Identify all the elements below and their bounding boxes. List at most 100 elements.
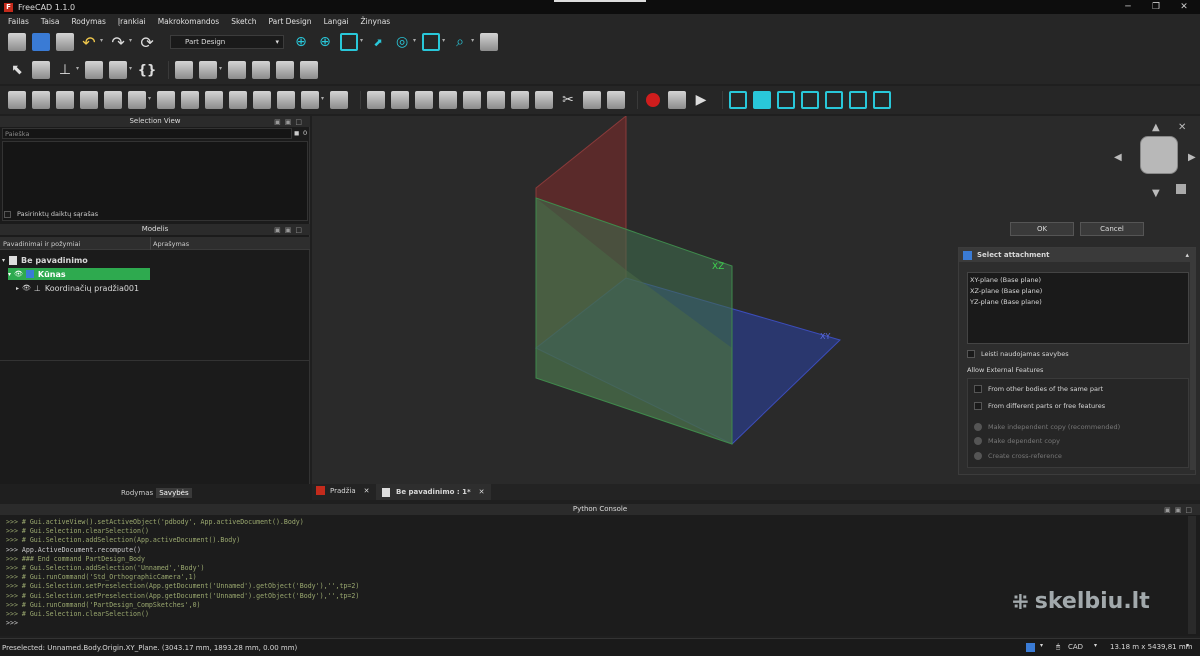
menu-langai[interactable]: Langai: [324, 17, 349, 26]
body-icon[interactable]: [175, 61, 194, 79]
console-output[interactable]: >>> # Gui.activeView().setActiveObject('…: [6, 518, 359, 628]
panel-controls[interactable]: ▣▣□: [274, 117, 306, 128]
polar-pattern-icon[interactable]: [511, 91, 530, 109]
maximize-button[interactable]: ❐: [1142, 0, 1170, 14]
dropdown-icon[interactable]: ▾: [1094, 642, 1097, 649]
opt-same-part-checkbox[interactable]: [974, 385, 982, 393]
nav-style-label[interactable]: CAD: [1068, 643, 1083, 651]
view-standard-icon[interactable]: [422, 33, 441, 51]
column-divider[interactable]: [150, 237, 151, 250]
fit-all-icon[interactable]: ⊕: [292, 33, 310, 51]
attachment-item[interactable]: XY-plane (Base plane): [970, 275, 1186, 286]
python-console[interactable]: Python Console ▣▣□ >>> # Gui.activeView(…: [0, 504, 1200, 636]
view-isometric-icon[interactable]: [729, 91, 748, 109]
pocket-icon[interactable]: [157, 91, 176, 109]
new-file-icon[interactable]: [8, 33, 26, 51]
workbench-selector[interactable]: Part Design: [170, 35, 285, 49]
close-cube-icon[interactable]: ✕: [1178, 122, 1186, 133]
paste-icon[interactable]: [607, 91, 626, 109]
tab-pradzia[interactable]: Pradžia ✕: [316, 486, 370, 495]
visibility-eye-icon[interactable]: 👁: [14, 270, 23, 278]
axis-icon[interactable]: ⊥: [56, 61, 74, 79]
mirrored-icon[interactable]: [463, 91, 482, 109]
allow-used-checkbox[interactable]: [967, 350, 975, 358]
navigation-cube[interactable]: ▲ ▼ ◀ ▶ ✕: [1112, 122, 1198, 202]
group-folder-icon[interactable]: [85, 61, 104, 79]
xz-plane[interactable]: [535, 197, 733, 445]
rotate-down-icon[interactable]: ▼: [1152, 188, 1160, 199]
save-icon[interactable]: [56, 33, 74, 51]
attachment-item[interactable]: YZ-plane (Base plane): [970, 297, 1186, 308]
view-bottom-icon[interactable]: [849, 91, 868, 109]
thickness-icon[interactable]: [439, 91, 458, 109]
variable-set-icon[interactable]: {}: [138, 61, 157, 79]
tab-savybes[interactable]: Savybės: [156, 488, 192, 498]
groove-icon[interactable]: [205, 91, 224, 109]
ok-button[interactable]: OK: [1010, 222, 1074, 236]
attachment-item[interactable]: XZ-plane (Base plane): [970, 286, 1186, 297]
selection-search-input[interactable]: Paieška: [2, 128, 292, 139]
menu-taisa[interactable]: Taisa: [41, 17, 60, 26]
nav-style-icon[interactable]: 🖱: [1056, 643, 1060, 652]
whats-this-icon[interactable]: [480, 33, 499, 51]
shape-binder-icon[interactable]: [252, 61, 271, 79]
tree-row-origin[interactable]: ▸ 👁 ⊥ Koordinačių pradžia001: [16, 282, 139, 294]
subshape-binder-icon[interactable]: [276, 61, 295, 79]
pipe-icon[interactable]: [80, 91, 98, 109]
tree-row-document[interactable]: ▾ Be pavadinimo: [2, 254, 88, 266]
loft-icon[interactable]: [56, 91, 74, 109]
cut-icon[interactable]: ✂: [559, 91, 577, 109]
view-top-icon[interactable]: [777, 91, 796, 109]
rotate-right-icon[interactable]: ▶: [1188, 152, 1196, 163]
menu-irankiai[interactable]: Įrankiai: [118, 17, 146, 26]
selection-filter-icon[interactable]: ⬈: [369, 33, 387, 51]
menu-part-design[interactable]: Part Design: [268, 17, 311, 26]
view-menu-icon[interactable]: [1176, 184, 1186, 194]
tree-row-body[interactable]: ▾ 👁 Kūnas: [8, 268, 150, 280]
tree-col-names[interactable]: Pavadinimai ir požymiai: [3, 240, 80, 248]
stereo-icon[interactable]: ◎: [393, 33, 411, 51]
macro-edit-icon[interactable]: [668, 91, 687, 109]
linear-pattern-icon[interactable]: [487, 91, 506, 109]
additive-primitive-icon[interactable]: [128, 91, 146, 109]
chamfer-icon[interactable]: [391, 91, 410, 109]
view-right-icon[interactable]: [801, 91, 820, 109]
menu-makrokomandos[interactable]: Makrokomandos: [158, 17, 220, 26]
close-window-button[interactable]: ✕: [1170, 0, 1198, 14]
view-rear-icon[interactable]: [825, 91, 844, 109]
clone-icon[interactable]: [300, 61, 319, 79]
draw-style-status-icon[interactable]: [1026, 643, 1035, 652]
attachment-list[interactable]: XY-plane (Base plane) XZ-plane (Base pla…: [967, 272, 1189, 344]
subtractive-helix-icon[interactable]: [277, 91, 296, 109]
expand-arrow-icon[interactable]: ▾: [2, 257, 5, 264]
radio-crossref-row[interactable]: Create cross-reference: [974, 452, 1062, 460]
part-icon[interactable]: [32, 61, 50, 79]
tree-col-description[interactable]: Aprašymas: [153, 240, 189, 248]
radio-dependent[interactable]: [974, 437, 982, 445]
radio-independent[interactable]: [974, 423, 982, 431]
revolution-icon[interactable]: [32, 91, 50, 109]
fillet-icon[interactable]: [367, 91, 386, 109]
execute-macro-icon[interactable]: ▶: [692, 91, 710, 109]
close-tab-icon[interactable]: ✕: [364, 487, 370, 495]
collapse-panel-icon[interactable]: ▴: [1185, 251, 1189, 259]
hole-icon[interactable]: [181, 91, 200, 109]
multitransform-icon[interactable]: [535, 91, 554, 109]
selection-checkbox[interactable]: [4, 210, 11, 218]
allow-used-row[interactable]: Leisti naudojamas savybes: [967, 350, 1069, 358]
create-sketch-icon[interactable]: [199, 61, 218, 79]
drag-handle[interactable]: [554, 0, 646, 2]
boolean-icon[interactable]: [330, 91, 349, 109]
fit-selection-icon[interactable]: ⊕: [316, 33, 334, 51]
visibility-eye-icon[interactable]: 👁: [22, 284, 31, 292]
menu-failas[interactable]: Failas: [8, 17, 29, 26]
panel-controls[interactable]: ▣▣□: [274, 225, 306, 236]
open-file-icon[interactable]: [32, 33, 50, 51]
opt-different-parts-checkbox[interactable]: [974, 402, 982, 410]
measure-icon[interactable]: ⌕: [451, 33, 469, 51]
collapse-arrow-icon[interactable]: ▸: [16, 285, 19, 292]
console-scrollbar[interactable]: [1188, 516, 1196, 634]
cancel-button[interactable]: Cancel: [1080, 222, 1144, 236]
dropdown-icon[interactable]: ▾: [1186, 642, 1189, 649]
link-icon[interactable]: [109, 61, 128, 79]
